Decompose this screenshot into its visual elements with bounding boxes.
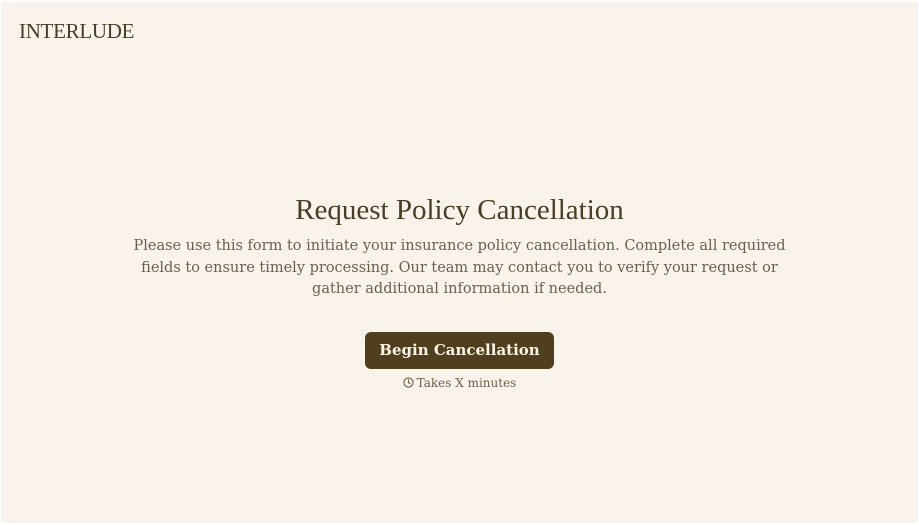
duration-text: Takes X minutes xyxy=(416,375,517,390)
brand-logo[interactable]: INTERLUDE xyxy=(19,19,134,44)
hero-section: Request Policy Cancellation Please use t… xyxy=(1,192,918,390)
page-description: Please use this form to initiate your in… xyxy=(133,238,786,297)
page: INTERLUDE Request Policy Cancellation Pl… xyxy=(1,2,918,523)
page-title: Request Policy Cancellation xyxy=(295,194,624,226)
clock-icon xyxy=(403,377,414,388)
duration-note: Takes X minutes xyxy=(1,376,918,390)
begin-cancellation-button[interactable]: Begin Cancellation xyxy=(365,331,554,369)
